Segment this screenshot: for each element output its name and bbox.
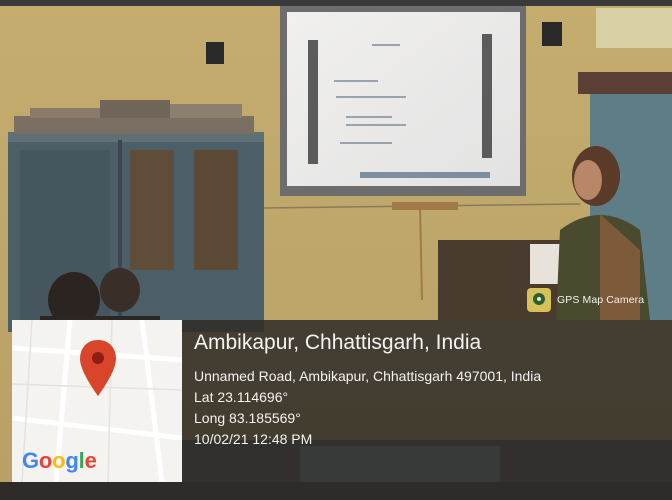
- google-logo: Google: [22, 448, 97, 474]
- cabinet-glass-right: [194, 150, 238, 270]
- app-badge-label: GPS Map Camera: [557, 294, 645, 306]
- map-thumbnail: Google: [12, 320, 182, 482]
- google-logo-letter: o: [52, 448, 66, 473]
- datetime-line: 10/02/21 12:48 PM: [194, 431, 313, 447]
- ceiling-edge: [0, 0, 672, 6]
- screen-bar-left: [308, 40, 318, 164]
- window-light: [596, 8, 672, 48]
- google-logo-letter: e: [84, 448, 97, 473]
- gps-map-camera-icon: [527, 288, 551, 312]
- screen-bar-right: [482, 34, 492, 158]
- address-line: Unnamed Road, Ambikapur, Chhattisgarh 49…: [194, 368, 542, 384]
- left-speaker: [206, 42, 224, 64]
- location-text: Ambikapur, Chhattisgarh, India Unnamed R…: [194, 330, 541, 450]
- map-pin-icon: [80, 340, 116, 396]
- latitude-line: Lat 23.114696°: [194, 389, 289, 405]
- longitude-line: Long 83.185569°: [194, 410, 301, 426]
- cabinet-glass-left: [130, 150, 174, 270]
- google-logo-letter: G: [22, 448, 39, 473]
- screen-taskbar: [360, 172, 490, 178]
- google-logo-letter: g: [65, 448, 79, 473]
- location-title: Ambikapur, Chhattisgarh, India: [194, 331, 482, 354]
- google-logo-letter: o: [38, 448, 53, 473]
- app-badge: GPS Map Camera: [527, 288, 644, 312]
- right-speaker: [542, 22, 562, 46]
